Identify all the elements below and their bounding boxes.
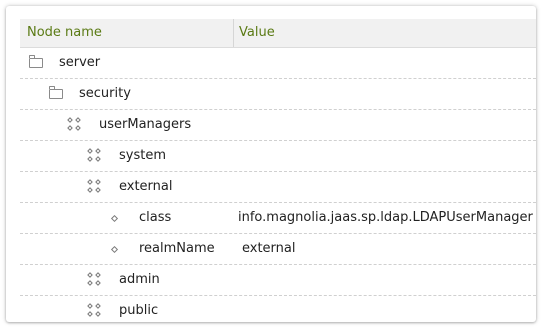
property-icon — [110, 203, 119, 233]
content-node-icon — [87, 141, 103, 171]
content-node-icon — [67, 110, 83, 140]
tree-row-security[interactable]: security — [20, 79, 536, 110]
tree-row-class[interactable]: class info.magnolia.jaas.sp.ldap.LDAPUse… — [20, 203, 536, 234]
tree-row-external[interactable]: external — [20, 172, 536, 203]
content-node-icon — [87, 296, 103, 326]
column-header-node-name[interactable]: Node name — [27, 19, 102, 47]
folder-icon — [29, 48, 43, 78]
tree-header: Node name Value — [20, 19, 536, 48]
node-name: userManagers — [99, 117, 192, 132]
column-header-value[interactable]: Value — [239, 19, 275, 47]
column-divider[interactable] — [233, 19, 234, 47]
tree-row-admin[interactable]: admin — [20, 265, 536, 296]
node-name: external — [119, 179, 173, 194]
node-name: security — [79, 86, 131, 101]
node-name: system — [119, 148, 166, 163]
config-tree: Node name Value server security userMana… — [20, 19, 536, 326]
node-name: admin — [119, 272, 160, 287]
property-value[interactable]: external — [242, 234, 296, 264]
tree-row-public[interactable]: public — [20, 296, 536, 326]
node-name: server — [59, 55, 101, 70]
property-name: class — [139, 210, 172, 225]
property-name: realmName — [139, 241, 215, 256]
property-value[interactable]: info.magnolia.jaas.sp.ldap.LDAPUserManag… — [238, 203, 533, 233]
folder-icon — [49, 79, 63, 109]
tree-row-system[interactable]: system — [20, 141, 536, 172]
tree-row-realmname[interactable]: realmName external — [20, 234, 536, 265]
content-node-icon — [87, 265, 103, 295]
tree-row-usermanagers[interactable]: userManagers — [20, 110, 536, 141]
property-icon — [110, 234, 119, 264]
node-name: public — [119, 303, 159, 318]
tree-row-server[interactable]: server — [20, 48, 536, 79]
content-node-icon — [87, 172, 103, 202]
tree-panel: Node name Value server security userMana… — [6, 6, 536, 322]
